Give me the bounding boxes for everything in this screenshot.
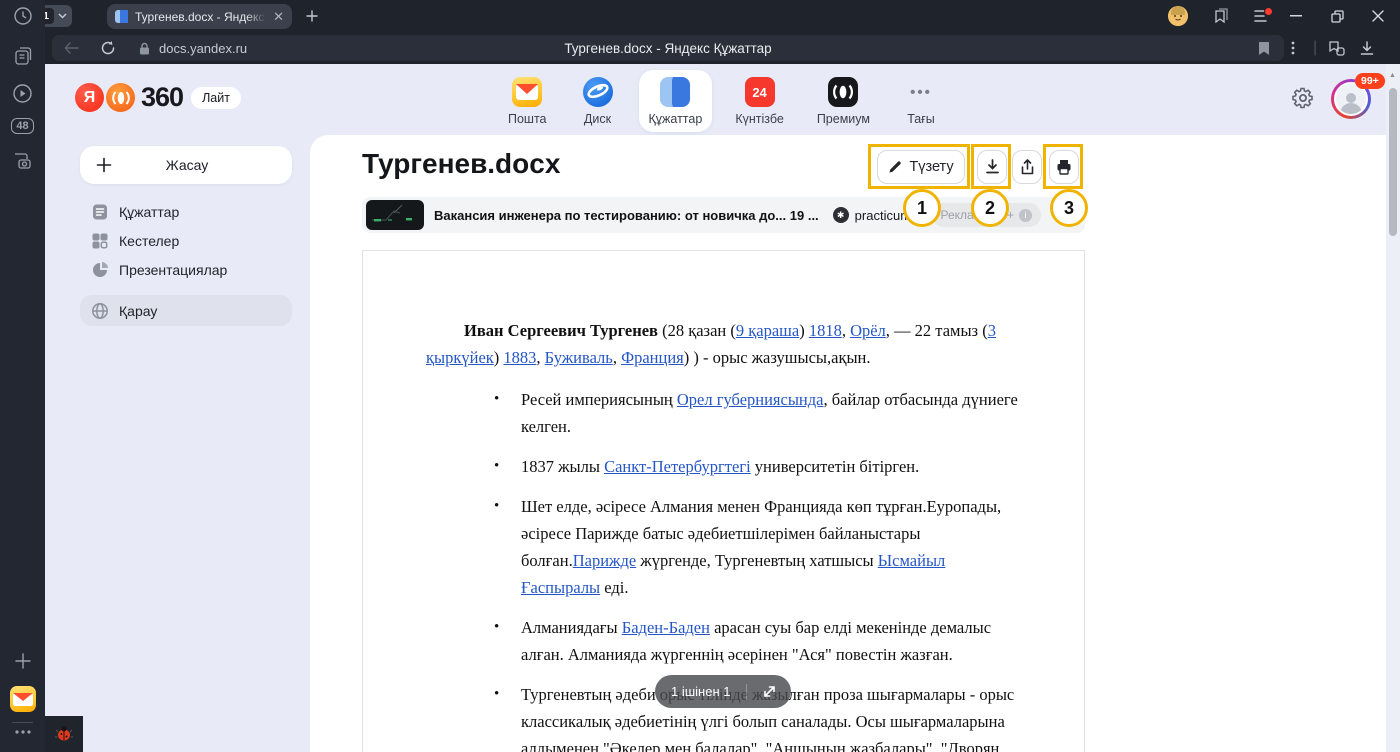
doc-link[interactable]: Парижде: [573, 551, 636, 570]
scrollbar-thumb[interactable]: [1389, 88, 1397, 236]
browser-side-strip: 48: [0, 0, 45, 752]
nav-item-more[interactable]: ••• Тағы: [893, 70, 949, 132]
strip-add-icon[interactable]: [0, 653, 45, 669]
tabs-stack-icon[interactable]: [0, 46, 45, 66]
browser-tab[interactable]: Тургенев.docx - Яндекс ✕: [107, 4, 292, 29]
doc-link[interactable]: 1883: [503, 348, 536, 367]
ad-thumbnail: [366, 200, 424, 230]
history-icon[interactable]: [0, 6, 45, 26]
tab-title: Тургенев.docx - Яндекс: [135, 10, 266, 24]
360-logo-icon: [106, 83, 135, 112]
close-button[interactable]: [1358, 0, 1398, 32]
yandex-mail-icon[interactable]: [0, 686, 45, 712]
new-tab-button[interactable]: [300, 5, 324, 27]
nav-item-premium[interactable]: Премиум: [807, 70, 880, 132]
brand-number: 360: [141, 82, 183, 113]
doc-link[interactable]: Орел губерниясында: [677, 390, 824, 409]
addressbar-menu-icon[interactable]: [1291, 32, 1305, 64]
downloads-icon[interactable]: [1360, 32, 1386, 64]
restore-button[interactable]: [1317, 0, 1357, 32]
browser-profile-avatar[interactable]: [1168, 6, 1188, 26]
page-indicator-label: 1 ішінен 1: [655, 684, 746, 699]
strip-more-icon[interactable]: [0, 730, 45, 734]
nav-item-disk[interactable]: Диск: [570, 70, 626, 132]
minimize-button[interactable]: [1276, 0, 1316, 32]
tables-icon: [91, 232, 109, 250]
mail-icon: [512, 77, 542, 107]
bookmark-icon[interactable]: [1258, 41, 1270, 56]
services-nav: Пошта Диск Құжаттар 24 Күнтізбе Премиум …: [498, 70, 949, 132]
annotation-box-1: [868, 144, 970, 189]
annotation-box-2: [971, 144, 1011, 189]
document-icon: [91, 203, 109, 221]
bug-report-icon[interactable]: [45, 716, 83, 752]
sidebar-item-view[interactable]: Қарау: [80, 295, 292, 326]
premium-icon: [828, 77, 858, 107]
strip-divider: [12, 722, 33, 723]
presentations-icon: [91, 261, 109, 279]
doc-link[interactable]: 9 қараша: [736, 321, 799, 340]
lite-badge: Лайт: [191, 87, 241, 109]
screenshot-icon[interactable]: [0, 152, 45, 171]
advertiser-logo-icon: ✱: [833, 207, 849, 223]
sidebar-item-presentations[interactable]: Презентациялар: [80, 254, 292, 285]
plus-icon: [96, 157, 112, 173]
user-avatar[interactable]: 99+: [1331, 79, 1371, 119]
doc-bullet: 1837 жылы Санкт-Петербургтегі университе…: [494, 453, 1018, 480]
globe-icon: [91, 302, 109, 320]
tab-close-icon[interactable]: ✕: [273, 10, 284, 23]
video-play-icon[interactable]: [0, 83, 45, 104]
nav-item-calendar[interactable]: 24 Күнтізбе: [725, 70, 794, 132]
annotation-marker-2: 2: [971, 189, 1009, 227]
ad-info-icon[interactable]: i: [1019, 209, 1032, 222]
doc-bullet: Алманиядағы Баден-Баден арасан суы бар е…: [494, 614, 1018, 668]
browser-menu-icon[interactable]: [1245, 0, 1279, 32]
more-icon: •••: [906, 77, 936, 107]
doc-link[interactable]: Франция: [621, 348, 684, 367]
bookmarks-panel-icon[interactable]: [1203, 0, 1237, 32]
url-box[interactable]: docs.yandex.ru Тургенев.docx - Яндекс Құ…: [52, 35, 1284, 61]
documents-icon: [660, 77, 690, 107]
yandex-360-logo[interactable]: Я 360 Лайт: [75, 82, 241, 113]
document-title: Тургенев.docx: [362, 148, 560, 180]
doc-bullet: Шет елде, әсіресе Алмания менен Францияд…: [494, 493, 1018, 601]
share-button[interactable]: [1012, 150, 1042, 184]
doc-bullet: Ресей империясының Орел губерниясында, б…: [494, 386, 1018, 440]
docs-favicon: [115, 10, 128, 23]
doc-intro-paragraph: Иван Сергеевич Тургенев (28 қазан (9 қар…: [426, 317, 1018, 371]
page-title: Тургенев.docx - Яндекс Құжаттар: [52, 41, 1284, 56]
nav-item-documents[interactable]: Құжаттар: [639, 70, 713, 132]
annotation-marker-1: 1: [903, 189, 941, 227]
menu-notification-dot: [1264, 7, 1273, 16]
scrollbar-up-arrow[interactable]: ▲: [1389, 72, 1396, 79]
sidebar-item-documents[interactable]: Құжаттар: [80, 196, 292, 227]
ad-headline: Вакансия инженера по тестированию: от но…: [434, 208, 819, 223]
sidebar-item-tables[interactable]: Кестелер: [80, 225, 292, 256]
doc-link[interactable]: Баден-Баден: [622, 618, 710, 637]
doc-link[interactable]: Санкт-Петербургтегі: [604, 457, 751, 476]
create-button[interactable]: Жасау: [80, 146, 292, 184]
fullscreen-expand-icon[interactable]: [747, 685, 791, 698]
doc-link[interactable]: Буживаль: [545, 348, 613, 367]
addressbar-divider: |: [1313, 32, 1319, 64]
page-indicator[interactable]: 1 ішінен 1: [655, 675, 791, 708]
share-icon: [1020, 159, 1035, 176]
chevron-down-icon: [58, 13, 67, 19]
annotation-box-3: [1043, 144, 1083, 189]
browser-window: 1 Тургенев.docx - Яндекс ✕ docs.yandex.r…: [0, 0, 1400, 752]
nav-item-mail[interactable]: Пошта: [498, 70, 557, 132]
extensions-icon[interactable]: [1328, 32, 1354, 64]
settings-gear-icon[interactable]: [1291, 86, 1315, 115]
yandex-logo-icon: Я: [75, 83, 104, 112]
tab-counter-badge[interactable]: 48: [0, 118, 45, 134]
doc-link[interactable]: 1818: [809, 321, 842, 340]
notifications-badge: 99+: [1355, 73, 1385, 89]
annotation-marker-3: 3: [1050, 189, 1088, 227]
disk-icon: [583, 77, 613, 107]
page-scrollbar[interactable]: ▲: [1386, 64, 1400, 752]
doc-link[interactable]: Орёл: [850, 321, 886, 340]
calendar-icon: 24: [745, 77, 775, 107]
